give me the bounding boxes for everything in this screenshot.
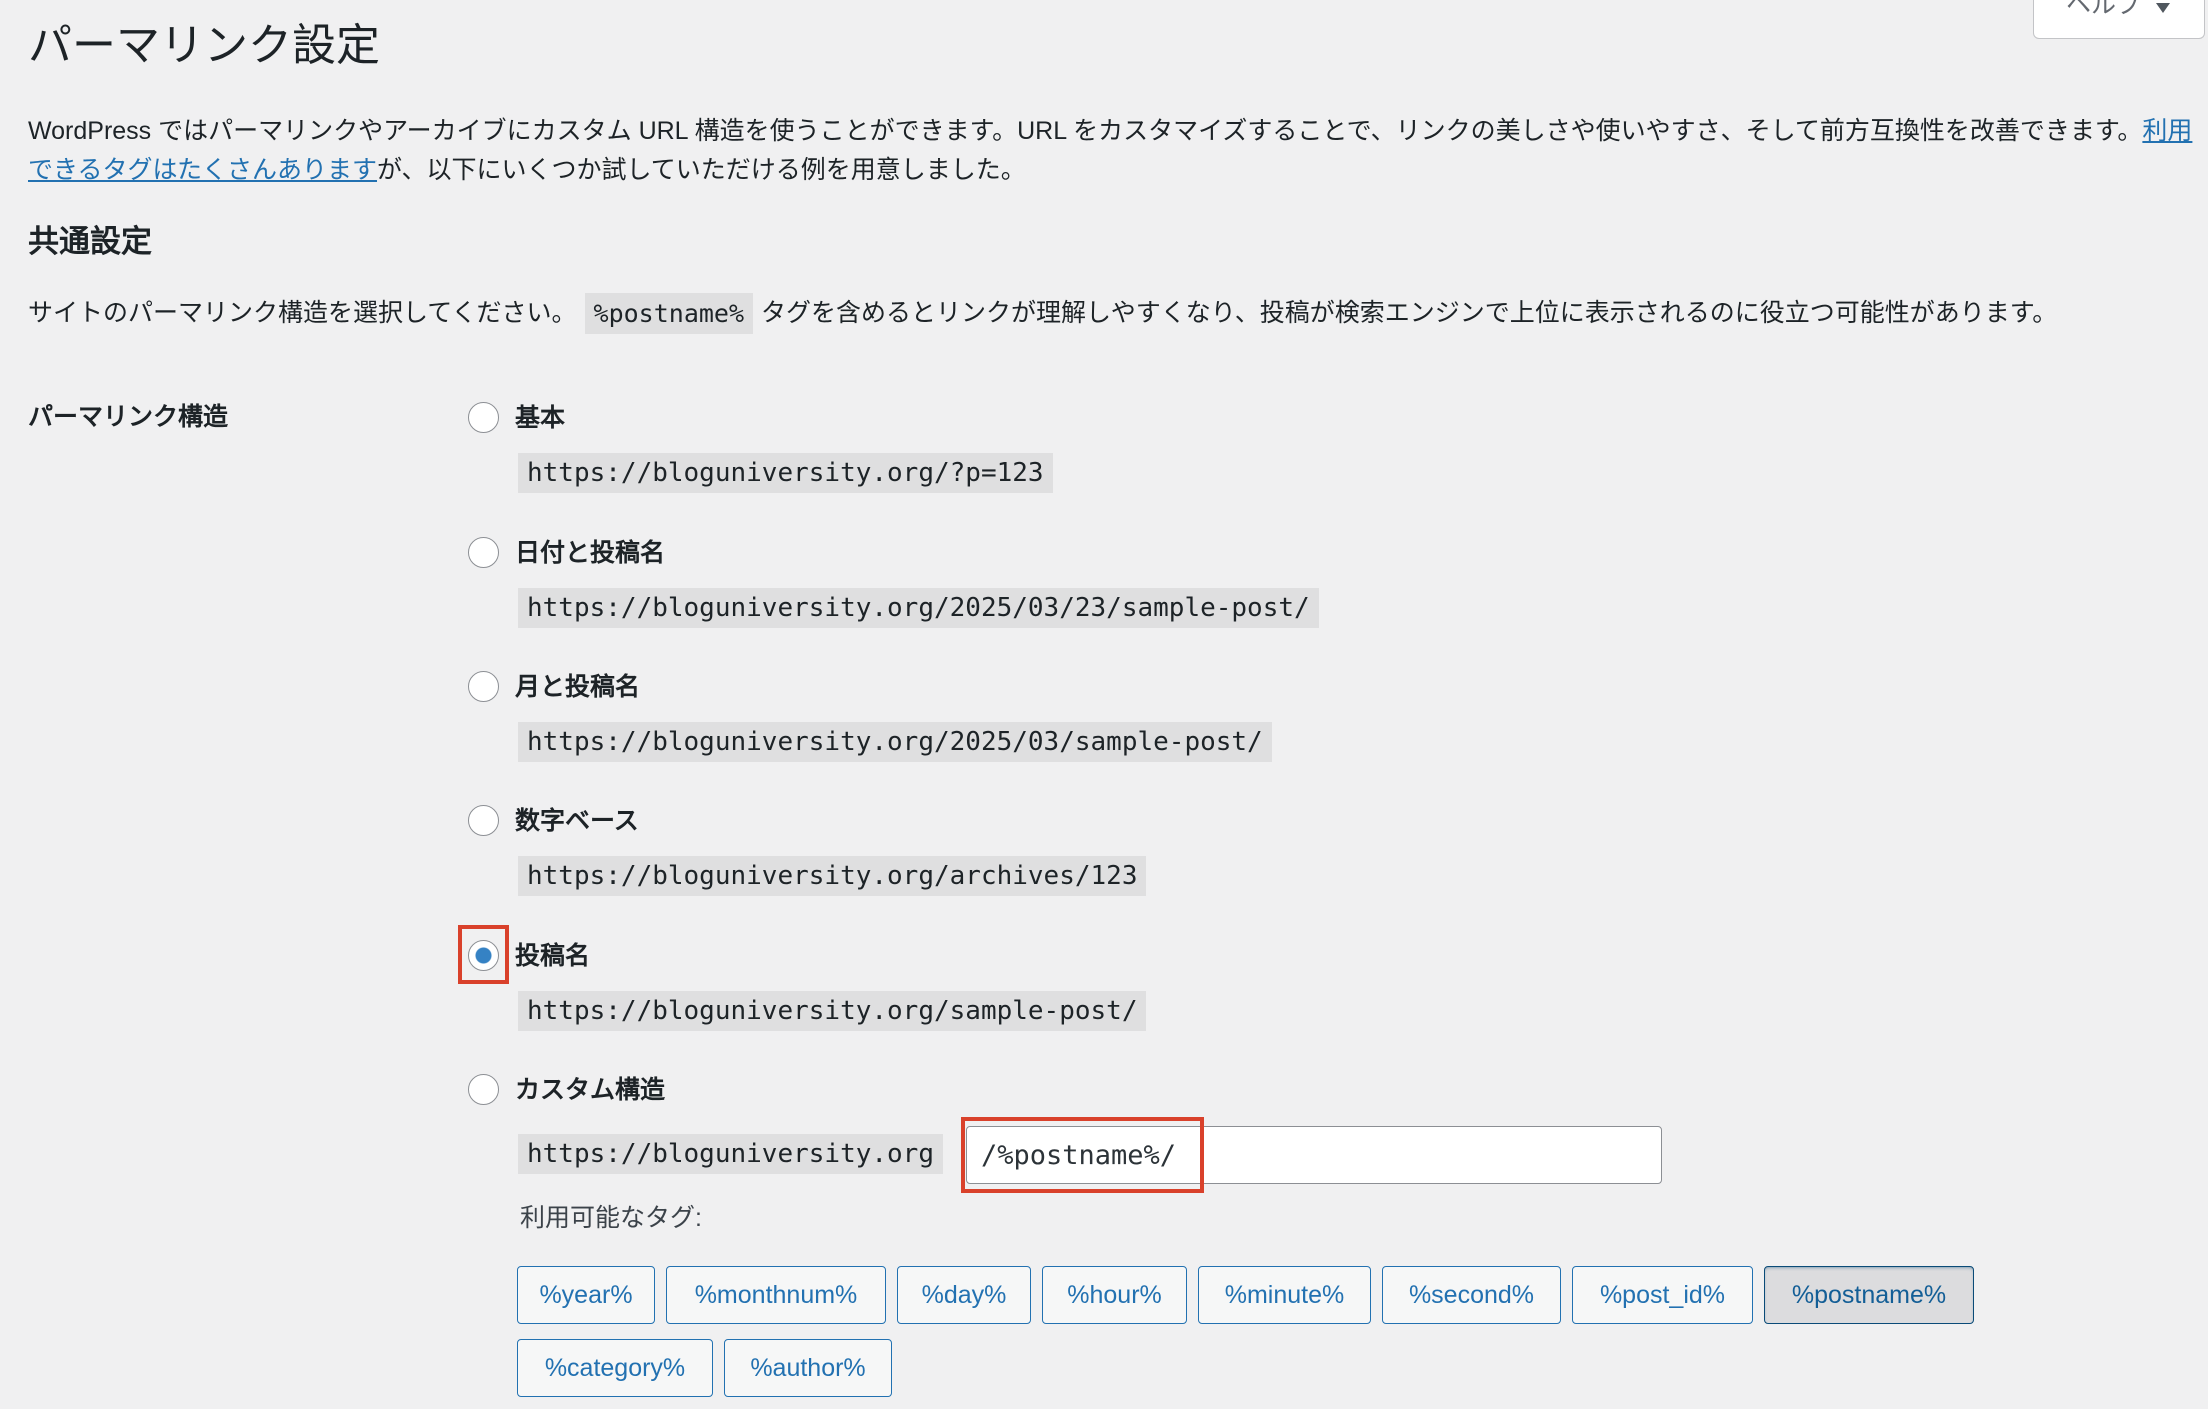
page-title: パーマリンク設定 (28, 21, 380, 70)
radio-numeric[interactable] (468, 805, 499, 836)
tag-button-group: %year% %monthnum% %day% %hour% %minute% … (517, 1266, 1997, 1397)
tag-button-post-id[interactable]: %post_id% (1572, 1266, 1753, 1324)
tag-button-author[interactable]: %author% (724, 1339, 892, 1397)
radio-month-name[interactable] (468, 671, 499, 702)
tag-button-minute[interactable]: %minute% (1198, 1266, 1371, 1324)
help-tab-button[interactable]: ヘルプ (2033, 0, 2205, 39)
permalink-structure-label: パーマリンク構造 (28, 403, 229, 431)
option-label-custom[interactable]: カスタム構造 (515, 1071, 665, 1109)
radio-post-name[interactable] (468, 940, 499, 971)
chevron-down-icon (2156, 3, 2170, 13)
tag-button-postname[interactable]: %postname% (1764, 1266, 1974, 1324)
tag-button-category[interactable]: %category% (517, 1339, 713, 1397)
radio-day-name[interactable] (468, 537, 499, 568)
intro-text: WordPress ではパーマリンクやアーカイブにカスタム URL 構造を使うこ… (28, 117, 2143, 145)
option-label-post-name[interactable]: 投稿名 (515, 937, 590, 975)
option-label-month-name[interactable]: 月と投稿名 (515, 668, 640, 706)
description-text: サイトのパーマリンク構造を選択してください。 (28, 299, 577, 327)
available-tags-label: 利用可能なタグ: (520, 1204, 702, 1232)
example-url-post-name: https://bloguniversity.org/sample-post/ (518, 991, 1147, 1031)
radio-custom[interactable] (468, 1074, 499, 1105)
help-label: ヘルプ (2066, 0, 2142, 19)
section-description: サイトのパーマリンク構造を選択してください。 %postname% タグを含めるとリ… (28, 293, 2057, 334)
section-heading: 共通設定 (28, 224, 152, 259)
intro-text-after: が、以下にいくつか試していただける例を用意しました。 (377, 156, 1026, 184)
option-label-day-name[interactable]: 日付と投稿名 (515, 534, 665, 572)
tag-button-day[interactable]: %day% (897, 1266, 1031, 1324)
tag-button-year[interactable]: %year% (517, 1266, 655, 1324)
option-label-plain[interactable]: 基本 (515, 399, 565, 437)
custom-structure-input[interactable] (966, 1126, 1662, 1184)
example-url-day-name: https://bloguniversity.org/2025/03/23/sa… (518, 588, 1319, 628)
example-url-month-name: https://bloguniversity.org/2025/03/sampl… (518, 722, 1272, 762)
tag-button-hour[interactable]: %hour% (1042, 1266, 1187, 1324)
tag-button-second[interactable]: %second% (1382, 1266, 1561, 1324)
custom-base-url: https://bloguniversity.org (518, 1134, 943, 1174)
postname-code: %postname% (584, 293, 754, 334)
example-url-plain: https://bloguniversity.org/?p=123 (518, 453, 1053, 493)
radio-plain[interactable] (468, 402, 499, 433)
intro-paragraph: WordPress ではパーマリンクやアーカイブにカスタム URL 構造を使うこ… (28, 112, 2193, 190)
option-label-numeric[interactable]: 数字ベース (515, 802, 639, 840)
example-url-numeric: https://bloguniversity.org/archives/123 (518, 856, 1147, 896)
description-text-after: タグを含めるとリンクが理解しやすくなり、投稿が検索エンジンで上位に表示されるのに… (761, 299, 2058, 327)
tag-button-monthnum[interactable]: %monthnum% (666, 1266, 886, 1324)
